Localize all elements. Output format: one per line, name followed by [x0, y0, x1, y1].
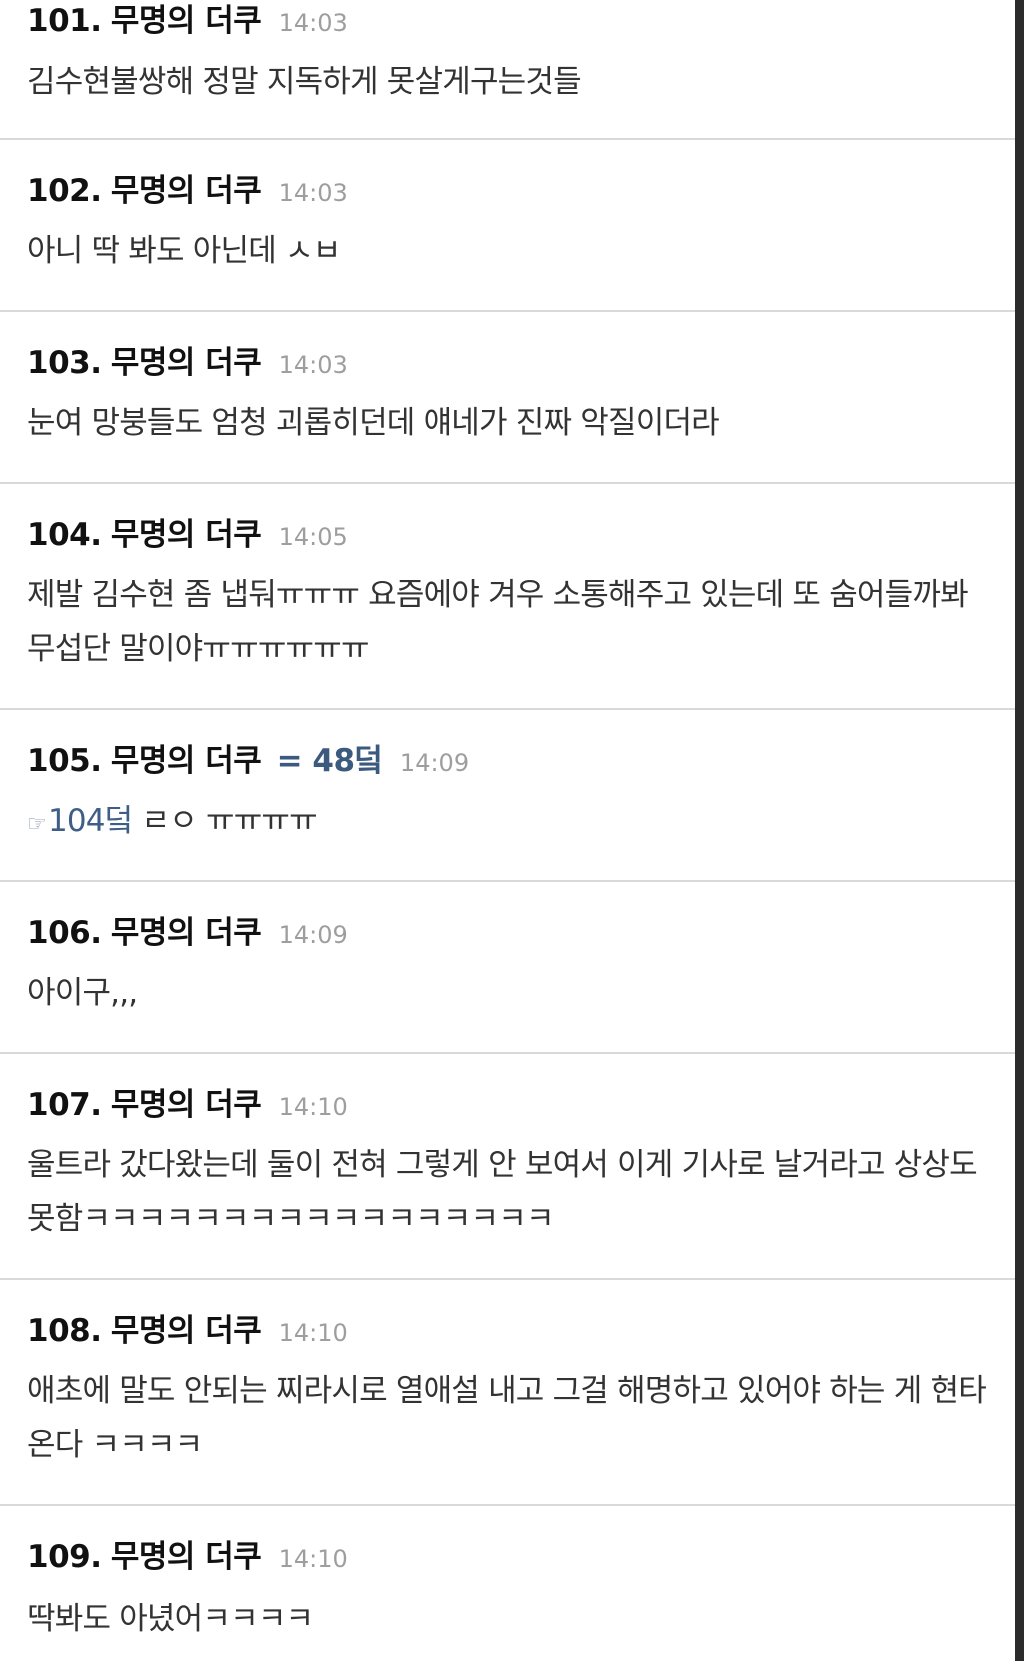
comment-author: 무명의 더쿠 [110, 517, 262, 553]
comment-time: 14:05 [278, 523, 348, 551]
comment-header: 101. 무명의 더쿠 14:03 [27, 1, 348, 43]
comment-number: 108. [27, 1313, 102, 1349]
comment-number: 102. [27, 173, 102, 209]
comment-item: 105. 무명의 더쿠 = 48덬 14:09 ☞104덬 ㄹㅇ ㅠㅠㅠㅠ [0, 710, 1015, 882]
comment-time: 14:10 [278, 1319, 348, 1347]
comment-item: 108. 무명의 더쿠 14:10 애초에 말도 안되는 찌라시로 열애설 내고… [0, 1280, 1015, 1506]
comment-header: 102. 무명의 더쿠 14:03 [27, 171, 348, 213]
comment-header: 103. 무명의 더쿠 14:03 [27, 343, 348, 385]
comment-author: 무명의 더쿠 [110, 915, 262, 951]
comment-header: 104. 무명의 더쿠 14:05 [27, 515, 348, 557]
comment-header: 105. 무명의 더쿠 = 48덬 14:09 [27, 741, 469, 783]
comment-body: 딱봐도 아녔어ㅋㅋㅋㅋ [27, 1601, 314, 1637]
comment-author: 무명의 더쿠 [110, 1313, 262, 1349]
comment-time: 14:03 [278, 179, 348, 207]
comment-body: ☞104덬 ㄹㅇ ㅠㅠㅠㅠ [27, 794, 987, 852]
comment-time: 14:09 [399, 749, 470, 777]
comment-item: 103. 무명의 더쿠 14:03 눈여 망붕들도 엄청 괴롭히던데 얘네가 진… [0, 312, 1015, 484]
comment-author: 무명의 더쿠 [110, 1539, 262, 1575]
comment-body: 아니 딱 봐도 아닌데 ㅅㅂ [27, 233, 341, 269]
comment-author: 무명의 더쿠 [110, 173, 262, 209]
screen-edge-border [1015, 0, 1024, 1661]
comment-item: 107. 무명의 더쿠 14:10 울트라 갔다왔는데 둘이 전혀 그렇게 안 … [0, 1054, 1015, 1280]
comment-body: 김수현불쌍해 정말 지독하게 못살게구는것들 [27, 64, 582, 100]
comment-time: 14:03 [278, 9, 348, 37]
comment-author: 무명의 더쿠 [110, 3, 262, 39]
comment-item: 106. 무명의 더쿠 14:09 아이구,,, [0, 882, 1015, 1054]
comment-item: 101. 무명의 더쿠 14:03 김수현불쌍해 정말 지독하게 못살게구는것들 [0, 0, 1015, 140]
comment-number: 103. [27, 345, 102, 381]
comment-header: 108. 무명의 더쿠 14:10 [27, 1311, 348, 1353]
comment-header: 109. 무명의 더쿠 14:10 [27, 1537, 348, 1579]
comment-number: 105. [27, 743, 102, 779]
comment-body: 아이구,,, [27, 975, 138, 1011]
comment-time: 14:10 [278, 1545, 348, 1573]
comment-body-text: ㄹㅇ ㅠㅠㅠㅠ [132, 803, 317, 839]
comment-number: 106. [27, 915, 102, 951]
comment-header: 107. 무명의 더쿠 14:10 [27, 1085, 348, 1127]
reply-hand-icon: ☞ [27, 812, 47, 837]
comment-list: 101. 무명의 더쿠 14:03 김수현불쌍해 정말 지독하게 못살게구는것들… [0, 0, 1015, 1666]
comment-item: 102. 무명의 더쿠 14:03 아니 딱 봐도 아닌데 ㅅㅂ [0, 140, 1015, 312]
author-tag: = 48덬 [276, 743, 383, 779]
comment-author: 무명의 더쿠 [110, 345, 262, 381]
comment-author: 무명의 더쿠 [110, 743, 262, 779]
comment-author: 무명의 더쿠 [110, 1087, 262, 1123]
comment-body: 울트라 갔다왔는데 둘이 전혀 그렇게 안 보여서 이게 기사로 날거라고 상상… [27, 1147, 978, 1237]
reply-reference-link[interactable]: 104덬 [48, 803, 133, 839]
comment-item: 109. 무명의 더쿠 14:10 딱봐도 아녔어ㅋㅋㅋㅋ [0, 1506, 1015, 1666]
comment-time: 14:09 [278, 921, 348, 949]
comment-time: 14:03 [278, 351, 348, 379]
comment-number: 101. [27, 3, 102, 39]
comment-body: 제발 김수현 좀 냅둬ㅠㅠㅠ 요즘에야 겨우 소통해주고 있는데 또 숨어들까봐… [27, 577, 969, 667]
comment-time: 14:10 [278, 1093, 348, 1121]
comment-number: 109. [27, 1539, 102, 1575]
comment-header: 106. 무명의 더쿠 14:09 [27, 913, 348, 955]
comment-number: 104. [27, 517, 102, 553]
comment-number: 107. [27, 1087, 102, 1123]
comment-item: 104. 무명의 더쿠 14:05 제발 김수현 좀 냅둬ㅠㅠㅠ 요즘에야 겨우… [0, 484, 1015, 710]
comment-body: 눈여 망붕들도 엄청 괴롭히던데 얘네가 진짜 악질이더라 [27, 405, 720, 441]
comment-body: 애초에 말도 안되는 찌라시로 열애설 내고 그걸 해명하고 있어야 하는 게 … [27, 1373, 987, 1463]
